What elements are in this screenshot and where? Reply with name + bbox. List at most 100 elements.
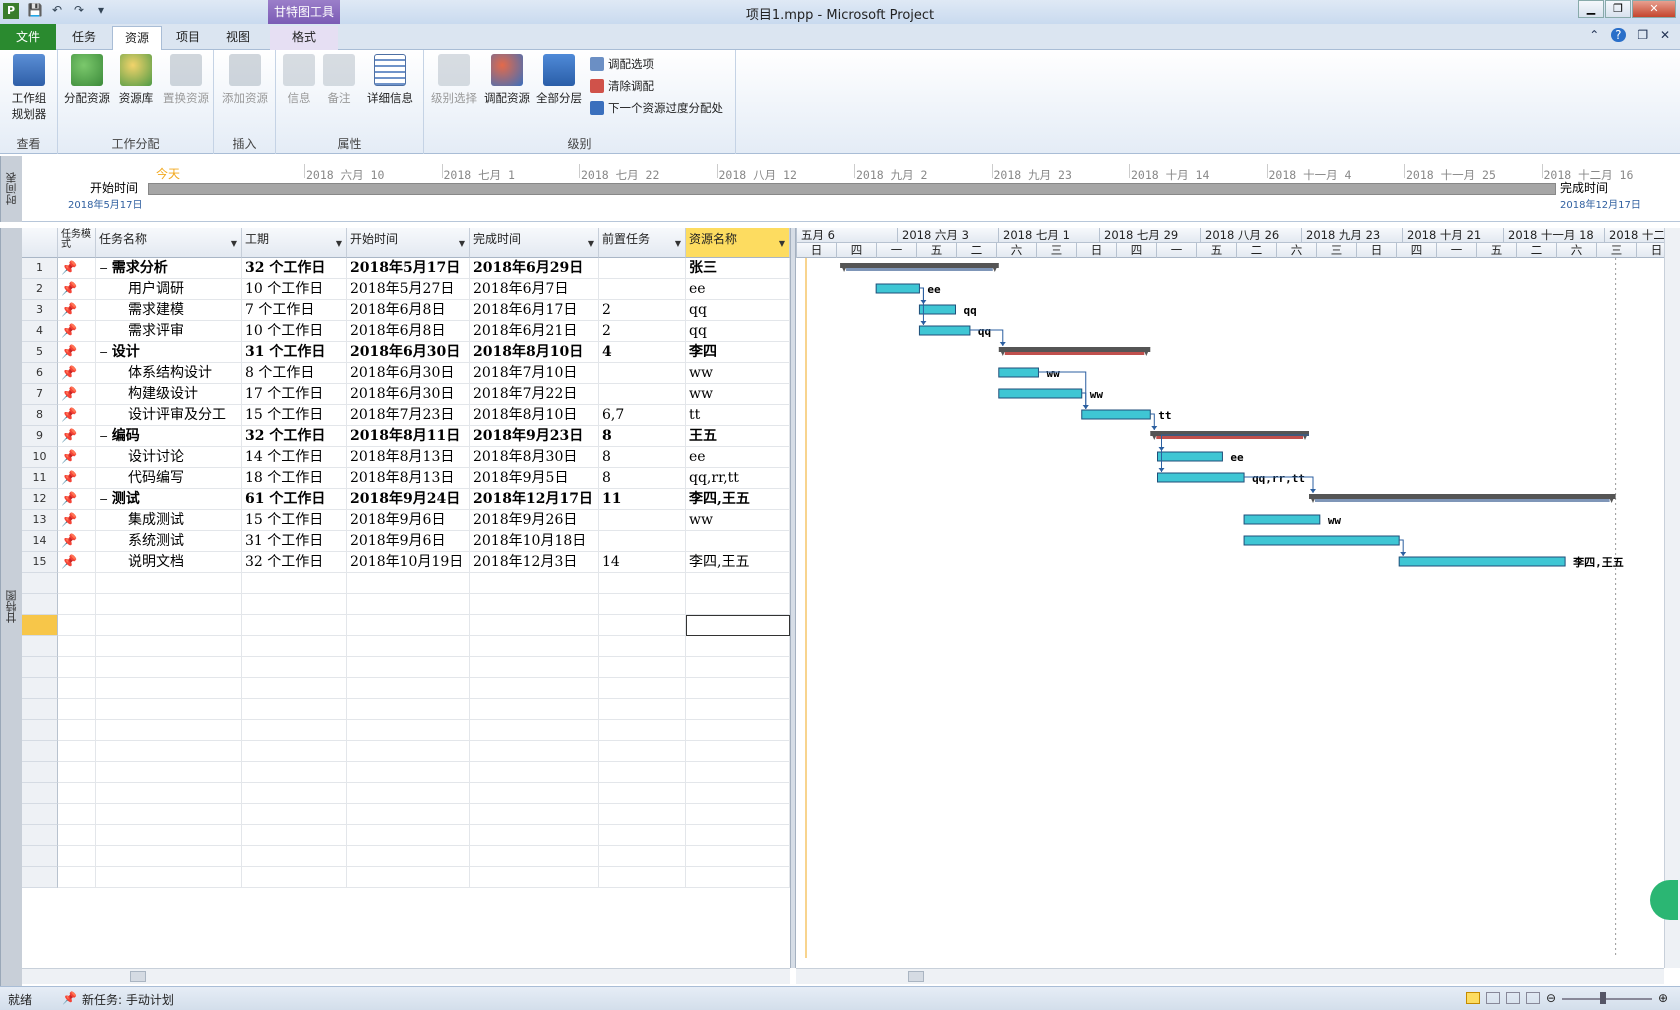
cell-resource[interactable] bbox=[686, 615, 790, 636]
clear-leveling-button[interactable]: 清除调配 bbox=[590, 78, 654, 94]
gantt-chart[interactable]: 五月 6 2018 六月 3 2018 七月 1 2018 七月 29 2018 八月 … bbox=[796, 228, 1676, 968]
table-row[interactable]: 11 📌 代码编写 18 个工作日 2018年8月13日 2018年9月5日 8 qq,rr,… bbox=[22, 468, 790, 489]
cell-start[interactable] bbox=[347, 804, 470, 825]
minimize-button[interactable]: ▁ bbox=[1578, 0, 1604, 18]
cell-start[interactable]: 2018年8月11日 bbox=[347, 426, 470, 447]
cell-start[interactable]: 2018年6月30日 bbox=[347, 363, 470, 384]
summary-bar[interactable] bbox=[998, 347, 1151, 352]
cell-resource[interactable]: 王五 bbox=[686, 426, 790, 447]
task-bar[interactable] bbox=[1398, 556, 1566, 567]
cell-resource[interactable]: 李四 bbox=[686, 342, 790, 363]
cell-task-mode[interactable] bbox=[58, 615, 96, 636]
cell-resource[interactable] bbox=[686, 678, 790, 699]
cell-finish[interactable] bbox=[470, 867, 599, 888]
cell-task-name[interactable] bbox=[96, 573, 242, 594]
filter-dropdown-icon[interactable]: ▼ bbox=[779, 239, 785, 248]
cell-finish[interactable] bbox=[470, 678, 599, 699]
cell-start[interactable]: 2018年5月27日 bbox=[347, 279, 470, 300]
column-header-name[interactable]: 任务名称 ▼ bbox=[96, 228, 242, 258]
row-number[interactable] bbox=[22, 825, 58, 846]
cell-predecessors[interactable] bbox=[599, 720, 686, 741]
close-doc-icon[interactable]: ✕ bbox=[1660, 28, 1670, 42]
table-row[interactable] bbox=[22, 783, 790, 804]
close-button[interactable]: ✕ bbox=[1632, 0, 1676, 18]
cell-resource[interactable] bbox=[686, 657, 790, 678]
dependency-arrow[interactable] bbox=[920, 321, 927, 325]
cell-task-name[interactable] bbox=[96, 846, 242, 867]
cell-resource[interactable] bbox=[686, 531, 790, 552]
dependency-arrow[interactable] bbox=[1400, 552, 1407, 556]
select-all-corner[interactable] bbox=[22, 228, 58, 258]
column-header-mode[interactable]: 任务模式 bbox=[58, 228, 96, 258]
cell-predecessors[interactable] bbox=[599, 279, 686, 300]
cell-task-mode[interactable]: 📌 bbox=[58, 468, 96, 489]
cell-duration[interactable] bbox=[242, 678, 347, 699]
cell-task-mode[interactable]: 📌 bbox=[58, 531, 96, 552]
cell-finish[interactable]: 2018年10月18日 bbox=[470, 531, 599, 552]
cell-task-name[interactable]: 需求评审 bbox=[96, 321, 242, 342]
cell-task-name[interactable]: 集成测试 bbox=[96, 510, 242, 531]
cell-finish[interactable]: 2018年12月3日 bbox=[470, 552, 599, 573]
row-number[interactable]: 13 bbox=[22, 510, 58, 531]
cell-predecessors[interactable]: 6,7 bbox=[599, 405, 686, 426]
dependency-arrow[interactable] bbox=[999, 342, 1006, 346]
table-row[interactable]: 13 📌 集成测试 15 个工作日 2018年9月6日 2018年9月26日 ww bbox=[22, 510, 790, 531]
task-bar[interactable] bbox=[1157, 451, 1223, 462]
cell-start[interactable] bbox=[347, 867, 470, 888]
cell-task-mode[interactable]: 📌 bbox=[58, 447, 96, 468]
cell-finish[interactable] bbox=[470, 720, 599, 741]
cell-task-name[interactable]: 体系结构设计 bbox=[96, 363, 242, 384]
row-number[interactable]: 12 bbox=[22, 489, 58, 510]
table-row[interactable] bbox=[22, 657, 790, 678]
task-usage-shortcut-icon[interactable] bbox=[1486, 992, 1500, 1004]
cell-resource[interactable]: 李四,王五 bbox=[686, 489, 790, 510]
cell-finish[interactable] bbox=[470, 762, 599, 783]
cell-task-mode[interactable]: 📌 bbox=[58, 405, 96, 426]
tab-project[interactable]: 项目 bbox=[166, 26, 210, 50]
cell-predecessors[interactable] bbox=[599, 867, 686, 888]
summary-bar[interactable] bbox=[840, 263, 999, 268]
cell-duration[interactable] bbox=[242, 762, 347, 783]
cell-task-name[interactable]: 代码编写 bbox=[96, 468, 242, 489]
cell-predecessors[interactable] bbox=[599, 573, 686, 594]
cell-predecessors[interactable] bbox=[599, 762, 686, 783]
cell-task-mode[interactable] bbox=[58, 636, 96, 657]
cell-finish[interactable] bbox=[470, 615, 599, 636]
cell-duration[interactable]: 32 个工作日 bbox=[242, 552, 347, 573]
cell-finish[interactable] bbox=[470, 699, 599, 720]
column-header-resource[interactable]: 资源名称 ▼ bbox=[686, 228, 790, 258]
summary-bar[interactable] bbox=[1309, 494, 1616, 499]
cell-task-mode[interactable]: 📌 bbox=[58, 342, 96, 363]
cell-duration[interactable] bbox=[242, 846, 347, 867]
level-all-button[interactable]: 全部分层 bbox=[534, 54, 584, 106]
cell-finish[interactable]: 2018年8月10日 bbox=[470, 405, 599, 426]
row-number[interactable]: 8 bbox=[22, 405, 58, 426]
cell-task-name[interactable]: − 需求分析 bbox=[96, 258, 242, 279]
row-number[interactable]: 15 bbox=[22, 552, 58, 573]
timeline-pane[interactable]: 时间表 今天 2018 六月 10 2018 七月 1 2018 七月 22 2018… bbox=[0, 156, 1680, 222]
cell-task-mode[interactable] bbox=[58, 846, 96, 867]
cell-predecessors[interactable] bbox=[599, 657, 686, 678]
cell-duration[interactable] bbox=[242, 783, 347, 804]
cell-task-mode[interactable]: 📌 bbox=[58, 489, 96, 510]
cell-start[interactable]: 2018年6月30日 bbox=[347, 384, 470, 405]
cell-finish[interactable] bbox=[470, 594, 599, 615]
cell-task-mode[interactable] bbox=[58, 825, 96, 846]
cell-predecessors[interactable] bbox=[599, 804, 686, 825]
cell-start[interactable] bbox=[347, 741, 470, 762]
cell-start[interactable] bbox=[347, 762, 470, 783]
zoom-out-icon[interactable]: ⊖ bbox=[1546, 991, 1556, 1005]
cell-task-mode[interactable]: 📌 bbox=[58, 510, 96, 531]
cell-start[interactable] bbox=[347, 720, 470, 741]
table-row[interactable] bbox=[22, 804, 790, 825]
cell-task-mode[interactable] bbox=[58, 762, 96, 783]
cell-task-name[interactable] bbox=[96, 720, 242, 741]
cell-start[interactable]: 2018年5月17日 bbox=[347, 258, 470, 279]
summary-progress-bar[interactable] bbox=[1004, 352, 1145, 355]
cell-task-name[interactable] bbox=[96, 678, 242, 699]
add-resource-button[interactable]: 添加资源 bbox=[220, 54, 270, 106]
restore-doc-icon[interactable]: ❐ bbox=[1637, 28, 1648, 42]
cell-finish[interactable] bbox=[470, 783, 599, 804]
cell-predecessors[interactable]: 8 bbox=[599, 426, 686, 447]
cell-task-name[interactable] bbox=[96, 741, 242, 762]
